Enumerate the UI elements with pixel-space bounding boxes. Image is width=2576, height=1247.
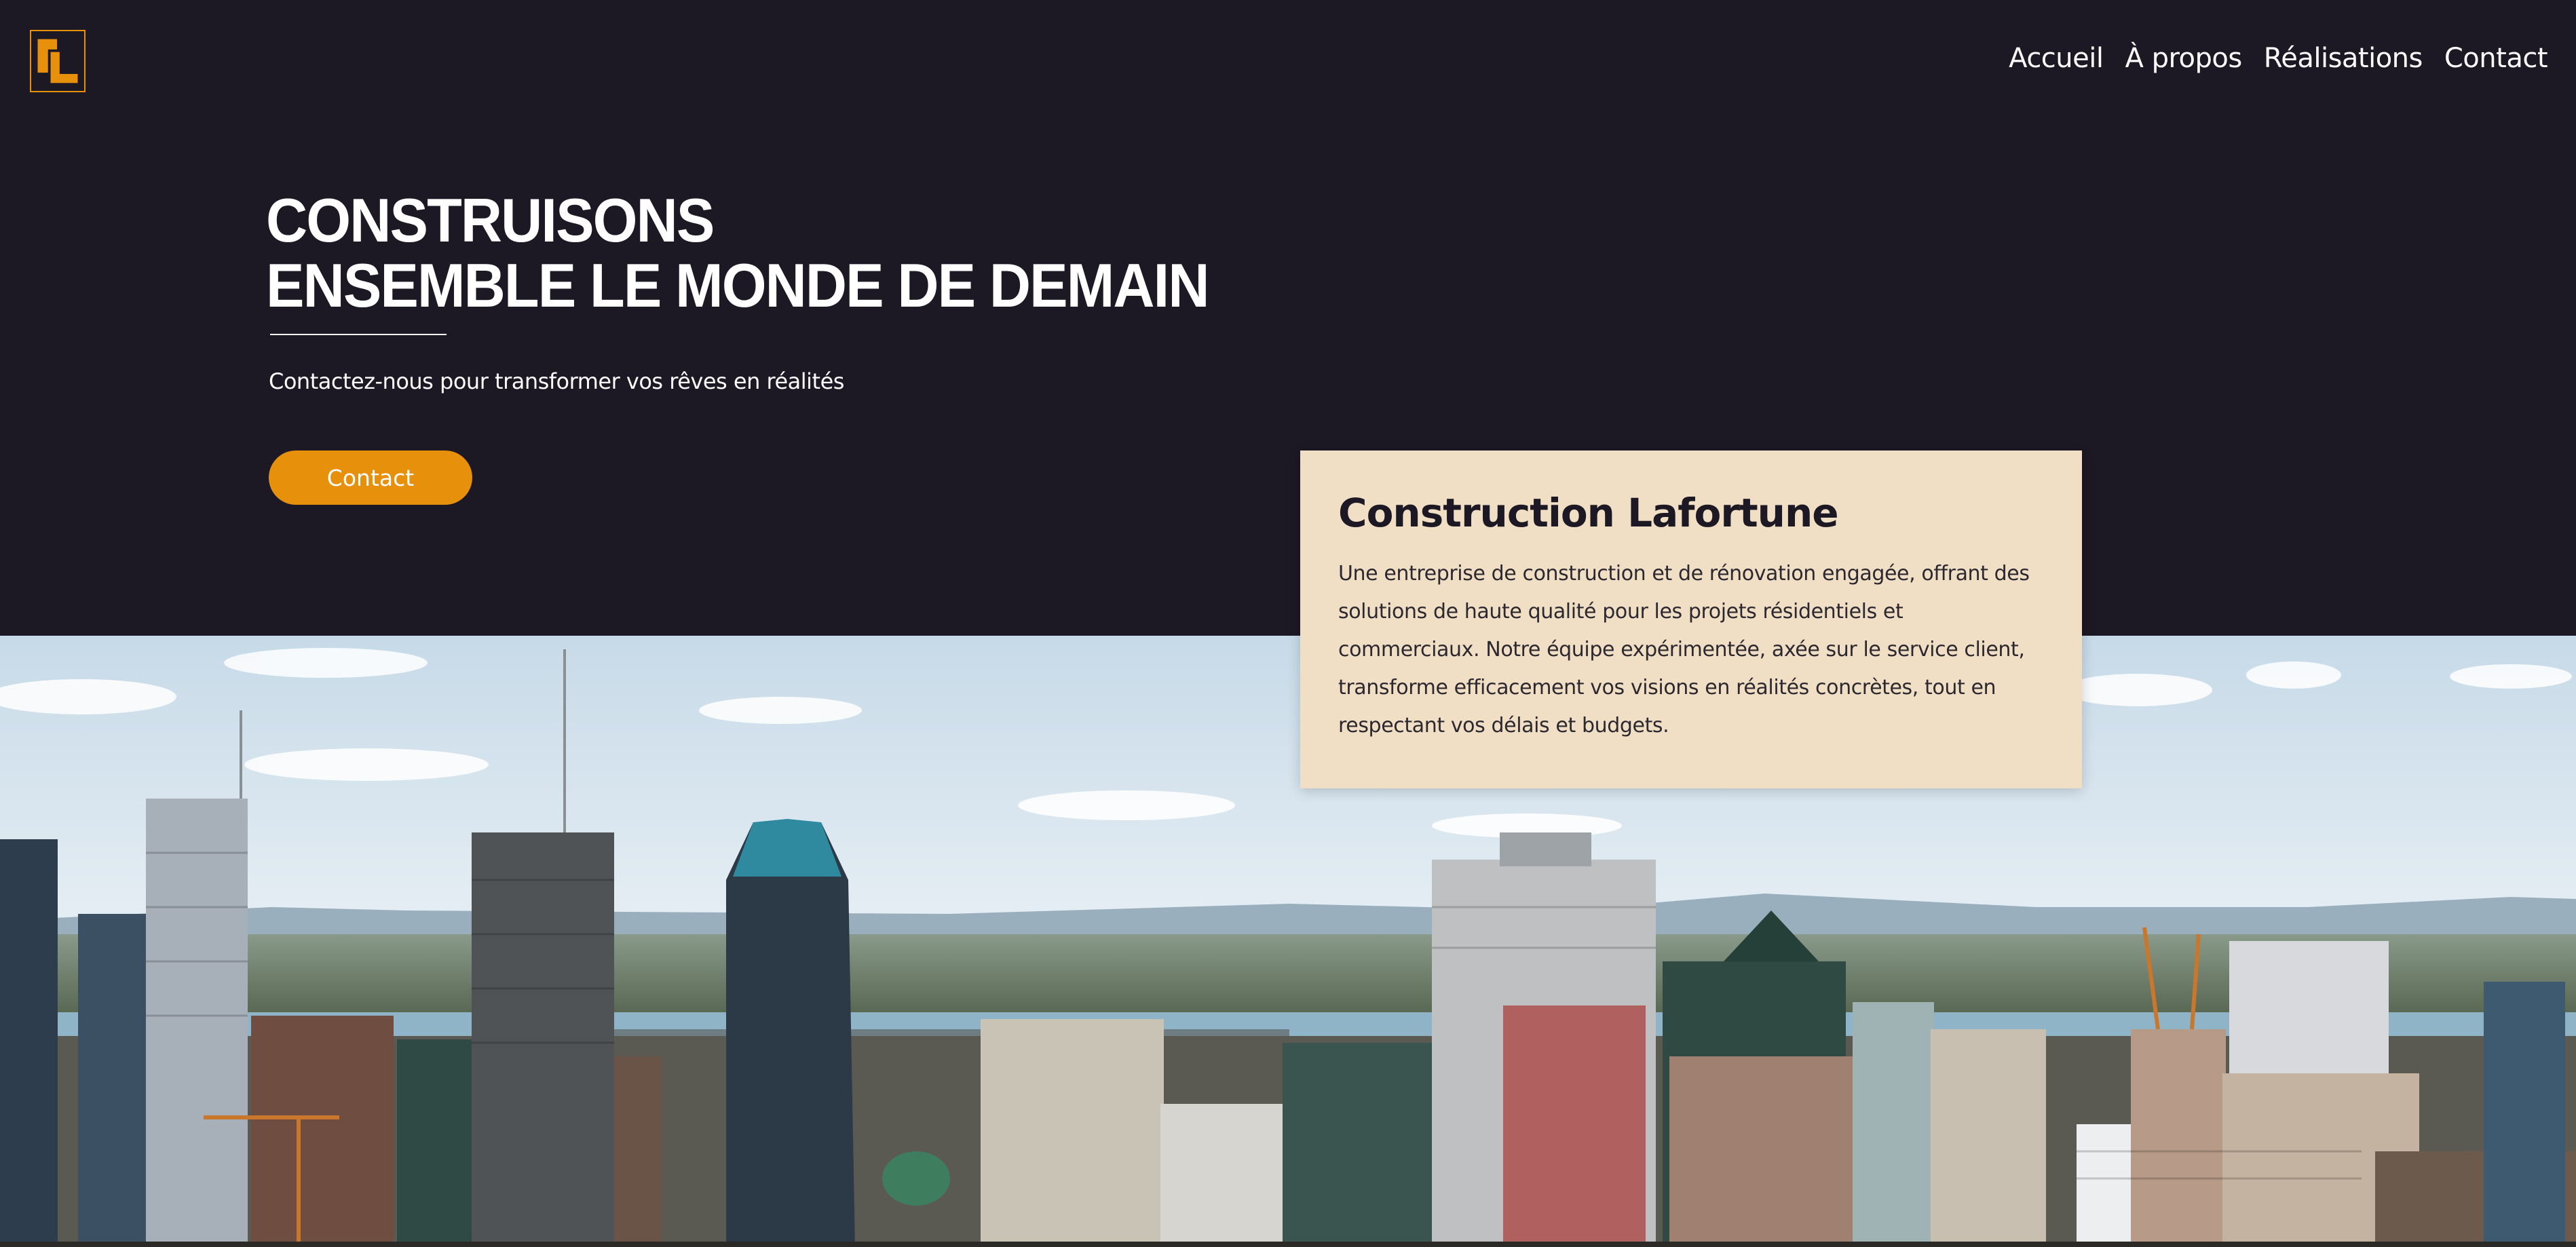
logo-monogram [37, 39, 78, 83]
nav-realisations[interactable]: Réalisations [2264, 38, 2423, 79]
nav-contact[interactable]: Contact [2444, 38, 2548, 79]
city-skyline-image [0, 636, 2576, 1247]
logo-icon[interactable] [30, 30, 86, 92]
site-header: Accueil À propos Réalisations Contact [0, 0, 2576, 119]
nav-accueil[interactable]: Accueil [2009, 38, 2104, 79]
card-title: Construction Lafortune [1338, 490, 1839, 536]
hero-title-line-1: CONSTRUISONS [266, 187, 715, 255]
contact-button[interactable]: Contact [269, 450, 472, 505]
about-card: Construction Lafortune Une entreprise de… [1300, 450, 2082, 788]
nav-a-propos[interactable]: À propos [2125, 38, 2243, 79]
skyline-illustration [0, 636, 2576, 1247]
main-nav: Accueil À propos Réalisations Contact [2009, 38, 2547, 79]
card-description: Une entreprise de construction et de rén… [1338, 562, 2030, 737]
hero-title-line-2: ENSEMBLE LE MONDE DE DEMAIN [266, 252, 1209, 320]
hero-title: CONSTRUISONS ENSEMBLE LE MONDE DE DEMAIN [266, 189, 1209, 319]
hero-divider [270, 334, 447, 335]
hero-subtitle: Contactez-nous pour transformer vos rêve… [269, 368, 844, 394]
page: Accueil À propos Réalisations Contact CO… [0, 0, 2576, 1247]
